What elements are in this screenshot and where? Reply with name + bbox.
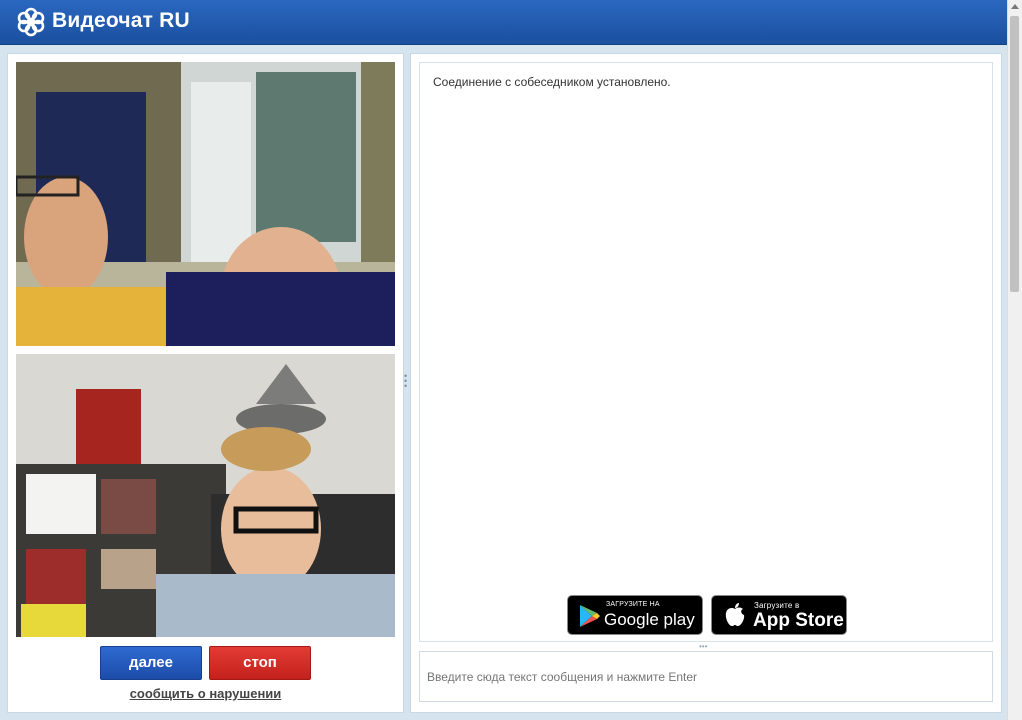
chat-resize-handle[interactable]: •••: [699, 642, 707, 651]
message-input[interactable]: [419, 651, 993, 702]
remote-video: [16, 62, 395, 346]
app-store-small-text: Загрузите в: [754, 601, 800, 610]
header-bar: Видеочат RU: [0, 0, 1008, 45]
panel-resize-handle[interactable]: • • •: [404, 372, 408, 391]
flower-logo-icon: [17, 7, 45, 37]
connection-status-message: Соединение с собеседником установлено.: [433, 75, 671, 89]
page-scrollbar[interactable]: [1007, 0, 1022, 720]
report-violation-link[interactable]: сообщить о нарушении: [8, 686, 403, 701]
scroll-up-arrow-icon[interactable]: [1011, 4, 1019, 9]
video-panel: далее стоп сообщить о нарушении: [7, 53, 404, 713]
app-store-badge[interactable]: Загрузите в App Store: [711, 595, 847, 635]
local-video: [16, 354, 395, 637]
google-play-badge[interactable]: ЗАГРУЗИТЕ НА Google play: [567, 595, 703, 635]
chat-panel: Соединение с собеседником установлено. З…: [410, 53, 1002, 713]
google-play-icon: [580, 605, 600, 627]
chat-log: Соединение с собеседником установлено. З…: [419, 62, 993, 642]
google-play-big-text: Google play: [604, 610, 695, 629]
stop-button[interactable]: стоп: [209, 646, 311, 680]
google-play-small-text: ЗАГРУЗИТЕ НА: [606, 601, 660, 608]
app-store-big-text: App Store: [753, 610, 844, 631]
next-button[interactable]: далее: [100, 646, 202, 680]
app-title: Видеочат RU: [52, 9, 190, 32]
scrollbar-thumb[interactable]: [1010, 16, 1019, 292]
apple-icon: [725, 603, 745, 626]
